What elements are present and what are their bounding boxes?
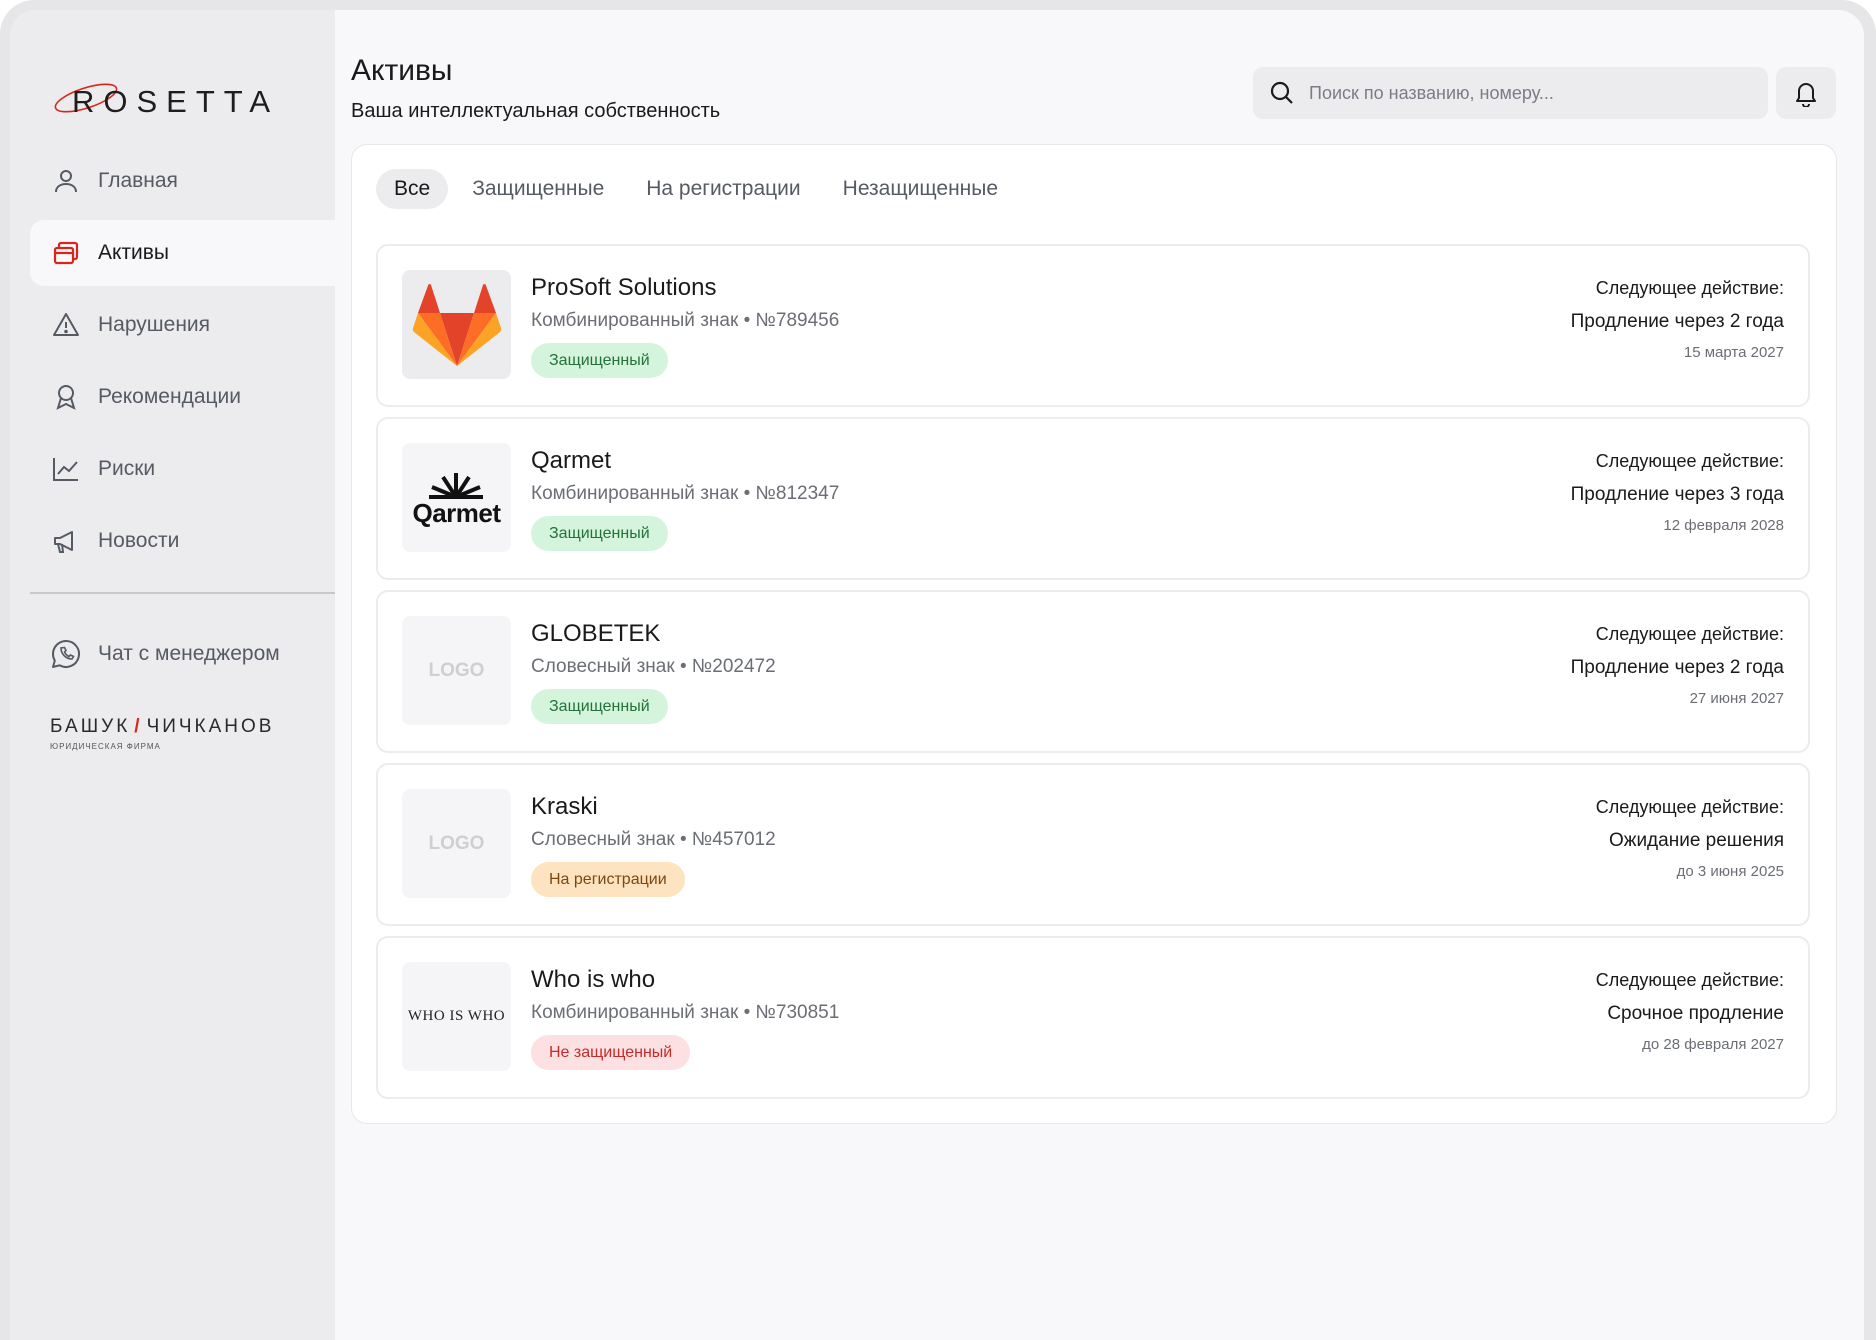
asset-meta: Комбинированный знак • №812347 — [531, 483, 840, 504]
qarmet-logo: Qarmet — [412, 469, 501, 528]
asset-card[interactable]: LOGO GLOBETEK Словесный знак • №202472 З… — [376, 590, 1810, 753]
next-action-label: Следующее действие: — [1595, 451, 1784, 471]
next-action-label: Следующее действие: — [1595, 624, 1784, 644]
megaphone-icon — [52, 527, 80, 555]
search-input[interactable] — [1309, 82, 1729, 104]
sidebar-item-label: Активы — [98, 241, 170, 264]
asset-logo: LOGO — [402, 616, 511, 725]
firm-name-left: БАШУК — [50, 716, 131, 737]
asset-card[interactable]: ProSoft Solutions Комбинированный знак •… — [376, 244, 1810, 407]
status-badge: Защищенный — [531, 516, 668, 551]
law-firm-logo: БАШУК / ЧИЧКАНОВ юридическая фирма — [50, 716, 274, 751]
asset-name: Who is who — [531, 966, 656, 993]
sidebar-item-home[interactable]: Главная — [30, 148, 335, 214]
tab-protected[interactable]: Защищенные — [454, 169, 622, 209]
logo-text: ROSETTA — [72, 84, 280, 119]
chart-icon — [52, 455, 80, 483]
fox-logo-icon — [412, 283, 501, 366]
asset-meta: Комбинированный знак • №730851 — [531, 1002, 840, 1023]
page-title: Активы — [351, 54, 453, 87]
search-icon — [1269, 80, 1295, 106]
sidebar-item-label: Рекомендации — [98, 385, 242, 408]
bell-icon — [1796, 83, 1816, 107]
next-action-text: Продление через 2 года — [1570, 311, 1784, 332]
rosetta-logo[interactable]: ROSETTA — [50, 66, 290, 126]
firm-name: БАШУК / ЧИЧКАНОВ — [50, 716, 274, 738]
qarmet-wordmark: Qarmet — [412, 497, 501, 528]
sidebar-divider — [30, 592, 335, 594]
status-badge: Защищенный — [531, 343, 668, 378]
status-badge: На регистрации — [531, 862, 685, 897]
search-box — [1253, 67, 1768, 119]
asset-card[interactable]: Qarmet Qarmet Комбинированный знак • №81… — [376, 417, 1810, 580]
firm-subtitle: юридическая фирма — [50, 742, 161, 751]
filter-tabs: Все Защищенные На регистрации Незащищенн… — [376, 169, 1022, 209]
status-badge: Не защищенный — [531, 1035, 691, 1070]
asset-logo: Qarmet — [402, 443, 511, 552]
asset-meta: Комбинированный знак • №789456 — [531, 310, 840, 331]
notifications-button[interactable] — [1776, 67, 1836, 119]
asset-logo: WHO IS WHO — [402, 962, 511, 1071]
sidebar-item-assets[interactable]: Активы — [30, 220, 335, 286]
next-action-date: до 28 февраля 2027 — [1642, 1036, 1784, 1053]
user-icon — [52, 167, 80, 195]
firm-name-right: ЧИЧКАНОВ — [146, 716, 275, 737]
logo-placeholder: LOGO — [428, 832, 485, 854]
next-action-date: 12 февраля 2028 — [1663, 517, 1784, 534]
asset-logo: LOGO — [402, 789, 511, 898]
next-action: Следующее действие: Продление через 3 го… — [1571, 451, 1784, 534]
next-action-date: до 3 июня 2025 — [1676, 863, 1784, 880]
next-action-label: Следующее действие: — [1595, 797, 1784, 817]
sidebar-item-label: Новости — [98, 529, 180, 552]
status-badge: Защищенный — [531, 689, 668, 724]
asset-card[interactable]: WHO IS WHO Who is who Комбинированный зн… — [376, 936, 1810, 1099]
sidebar-nav: Главная Активы Нарушения Рекомендации Ри… — [30, 148, 335, 580]
asset-logo — [402, 270, 511, 379]
next-action: Следующее действие: Продление через 2 го… — [1571, 278, 1784, 361]
next-action: Следующее действие: Ожидание решения до … — [1596, 797, 1784, 880]
tab-unprotected[interactable]: Незащищенные — [825, 169, 1016, 209]
page-subtitle: Ваша интеллектуальная собственность — [351, 100, 721, 122]
who-is-who-wordmark: WHO IS WHO — [407, 1008, 506, 1024]
asset-meta: Словесный знак • №202472 — [531, 656, 776, 677]
next-action-text: Ожидание решения — [1608, 830, 1784, 851]
award-icon — [52, 383, 80, 411]
asset-name: Qarmet — [531, 447, 612, 474]
assets-panel: Все Защищенные На регистрации Незащищенн… — [351, 144, 1837, 1124]
sidebar-item-violations[interactable]: Нарушения — [30, 292, 335, 358]
tab-registration[interactable]: На регистрации — [628, 169, 818, 209]
asset-name: Kraski — [531, 793, 598, 820]
asset-name: ProSoft Solutions — [531, 274, 717, 301]
assets-icon — [52, 239, 80, 267]
warning-icon — [52, 311, 80, 339]
firm-slash: / — [134, 716, 143, 737]
next-action: Следующее действие: Срочное продление до… — [1596, 970, 1784, 1053]
next-action-label: Следующее действие: — [1595, 278, 1784, 298]
next-action-label: Следующее действие: — [1595, 970, 1784, 990]
chat-with-manager-link[interactable]: Чат с менеджером — [50, 638, 280, 670]
whatsapp-icon — [50, 638, 82, 670]
asset-meta: Словесный знак • №457012 — [531, 829, 776, 850]
sidebar-item-recommendations[interactable]: Рекомендации — [30, 364, 335, 430]
next-action-text: Срочное продление — [1607, 1003, 1784, 1024]
chat-label: Чат с менеджером — [98, 642, 280, 665]
sidebar-item-label: Главная — [98, 169, 178, 192]
asset-card[interactable]: LOGO Kraski Словесный знак • №457012 На … — [376, 763, 1810, 926]
sidebar-item-risks[interactable]: Риски — [30, 436, 335, 502]
next-action-text: Продление через 2 года — [1570, 657, 1784, 678]
next-action-date: 15 марта 2027 — [1683, 344, 1784, 361]
sidebar-item-news[interactable]: Новости — [30, 508, 335, 574]
next-action: Следующее действие: Продление через 2 го… — [1571, 624, 1784, 707]
next-action-text: Продление через 3 года — [1570, 484, 1784, 505]
sidebar: ROSETTA Главная Активы Нарушения Рекомен… — [10, 10, 335, 1340]
sidebar-item-label: Риски — [98, 457, 156, 480]
sidebar-item-label: Нарушения — [98, 313, 211, 336]
logo-placeholder: LOGO — [428, 659, 485, 681]
sunburst-icon — [429, 472, 484, 499]
asset-name: GLOBETEK — [531, 620, 661, 647]
tab-all[interactable]: Все — [376, 169, 449, 209]
next-action-date: 27 июня 2027 — [1689, 690, 1784, 707]
